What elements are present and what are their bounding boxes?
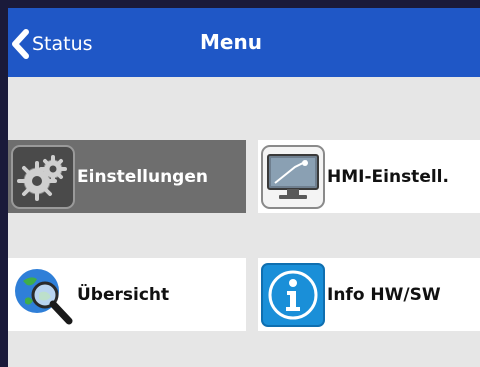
tile-info[interactable]: Info HW/SW: [258, 258, 480, 331]
monitor-icon: [261, 144, 325, 209]
tile-overview-label: Übersicht: [77, 284, 170, 305]
info-icon: [261, 262, 325, 327]
globe-search-icon: [15, 268, 73, 324]
tile-hmi-settings[interactable]: HMI-Einstell.: [258, 140, 480, 213]
tile-settings[interactable]: Einstellungen: [8, 140, 246, 213]
back-button[interactable]: Status: [10, 24, 93, 64]
tile-info-label: Info HW/SW: [327, 284, 441, 305]
gear-icon: [11, 144, 75, 209]
chevron-left-icon: [12, 29, 29, 59]
hmi-screen: Status Menu Einstellungen HMI-Einstell. …: [8, 8, 480, 367]
header-bar: Status Menu: [8, 8, 480, 77]
tile-overview[interactable]: Übersicht: [8, 258, 246, 331]
back-button-label: Status: [32, 33, 93, 55]
tile-hmi-settings-label: HMI-Einstell.: [327, 166, 449, 187]
tile-settings-label: Einstellungen: [77, 166, 208, 187]
page-title: Menu: [200, 30, 262, 54]
